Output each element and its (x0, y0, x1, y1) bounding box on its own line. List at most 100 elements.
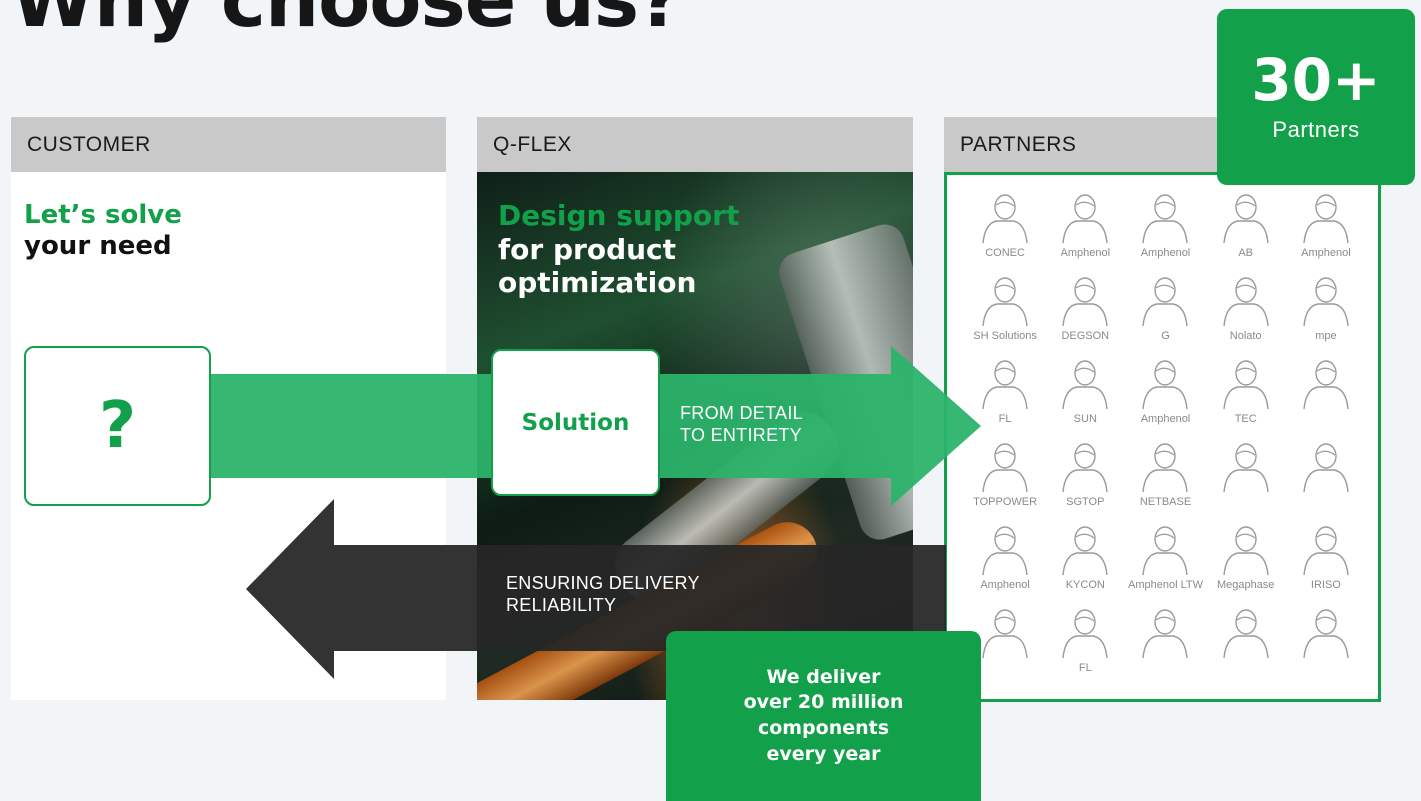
arrow-right-label: FROM DETAIL TO ENTIRETY (680, 403, 860, 446)
partner-cell (1288, 606, 1364, 689)
partner-logo-name: FL (1078, 662, 1092, 674)
delivery-line2: over 20 million (743, 691, 904, 714)
person-icon (1222, 277, 1269, 327)
partner-cell (1288, 357, 1364, 440)
partners-count: 30+ (1251, 46, 1381, 114)
partner-logo-name: TOPPOWER (973, 496, 1038, 508)
partner-cell: KYCON (1047, 523, 1123, 606)
partner-cell: NETBASE (1127, 440, 1203, 523)
partner-logo-name: G (1161, 330, 1170, 342)
solution-box: Solution (491, 349, 660, 496)
person-icon (1222, 443, 1269, 493)
delivery-badge: We deliver over 20 million components ev… (666, 631, 981, 801)
person-icon (1222, 360, 1269, 410)
person-icon (1303, 526, 1349, 576)
column-header-qflex: Q-FLEX (477, 117, 913, 172)
partner-logo-name: KYCON (1065, 579, 1105, 591)
partner-logo-name: Amphenol LTW (1127, 579, 1203, 591)
delivery-line1: We deliver (766, 665, 881, 688)
person-icon (1222, 609, 1269, 659)
partner-cell: CONEC (967, 191, 1043, 274)
partner-cell: mpe (1288, 274, 1364, 357)
delivery-line3: components (757, 717, 890, 739)
arrow-left-label: ENSURING DELIVERY RELIABILITY (506, 573, 766, 616)
customer-headline: Let’s solve your need (24, 200, 182, 262)
partner-logo-name: SGTOP (1066, 496, 1105, 508)
partner-cell: G (1127, 274, 1203, 357)
partner-cell (1127, 606, 1203, 689)
partner-cell: SGTOP (1047, 440, 1123, 523)
partner-cell: IRISO (1288, 523, 1364, 606)
partner-logo-name: Amphenol (980, 579, 1030, 591)
partner-cell: Amphenol LTW (1127, 523, 1203, 606)
person-icon (982, 360, 1028, 410)
column-header-customer: CUSTOMER (11, 117, 446, 172)
partners-count-badge: 30+ Partners (1217, 9, 1415, 185)
partner-cell: Amphenol (1047, 191, 1123, 274)
customer-headline-green: Let’s solve (24, 200, 182, 230)
person-icon (1062, 360, 1108, 410)
partner-logo-name: IRISO (1310, 579, 1341, 591)
partner-logo-name: TEC (1234, 413, 1257, 425)
person-icon (1303, 609, 1349, 659)
partner-logo-name: Nolato (1229, 330, 1262, 342)
arrow-left-label-line2: RELIABILITY (506, 594, 617, 615)
partner-logo-name: FL (998, 413, 1012, 425)
person-icon (982, 443, 1028, 493)
person-icon (1062, 526, 1108, 576)
person-icon (1222, 526, 1269, 576)
person-icon (1303, 277, 1349, 327)
person-icon (982, 526, 1028, 576)
partner-cell: Amphenol (967, 523, 1043, 606)
partners-panel: CONEC Amphenol Amphenol AB Amphenol SH Soluti… (944, 172, 1381, 702)
partner-cell: Nolato (1208, 274, 1284, 357)
person-icon (982, 277, 1028, 327)
partner-cell (1288, 440, 1364, 523)
partner-logo-name: SUN (1073, 413, 1097, 425)
partner-logo-name: mpe (1315, 330, 1337, 342)
page-title: Why choose us? (11, 0, 682, 38)
partner-cell: DEGSON (1047, 274, 1123, 357)
person-icon (1142, 609, 1189, 659)
partner-logo-name: Megaphase (1216, 579, 1275, 591)
qflex-headline-green: Design support (498, 199, 740, 232)
partner-cell: Amphenol (1127, 357, 1203, 440)
qflex-headline-line3: optimization (498, 266, 697, 300)
person-icon (1303, 360, 1349, 410)
partner-cell: Amphenol (1288, 191, 1364, 274)
partner-cell: Amphenol (1127, 191, 1203, 274)
person-icon (1222, 194, 1269, 244)
delivery-line4: every year (766, 742, 881, 765)
qflex-headline: Design support for product optimization (498, 199, 739, 300)
partner-cell: TEC (1208, 357, 1284, 440)
partner-cell: SH Solutions (967, 274, 1043, 357)
customer-headline-dark: your need (24, 231, 172, 262)
person-icon (1062, 443, 1108, 493)
partner-cell (1208, 606, 1284, 689)
person-icon (1062, 609, 1108, 659)
person-icon (1142, 277, 1189, 327)
partner-cell: Megaphase (1208, 523, 1284, 606)
partner-cell: FL (1047, 606, 1123, 689)
partner-logo-name: Amphenol (1140, 247, 1191, 259)
person-icon (1303, 443, 1349, 493)
partner-logo-name: AB (1238, 247, 1254, 259)
partner-logo-name: Amphenol (1060, 247, 1111, 259)
partner-cell (1208, 440, 1284, 523)
partner-cell: AB (1208, 191, 1284, 274)
partner-logo-name: Amphenol (1301, 247, 1351, 259)
person-icon (982, 609, 1028, 659)
partner-logo-name: CONEC (985, 247, 1025, 259)
arrow-left-label-line1: ENSURING DELIVERY (506, 573, 700, 593)
partners-count-label: Partners (1272, 117, 1360, 142)
person-icon (1142, 194, 1189, 244)
person-icon (1062, 194, 1108, 244)
qflex-headline-line2: for product (498, 232, 677, 266)
partner-logo-name: DEGSON (1061, 330, 1110, 342)
partners-grid: CONEC Amphenol Amphenol AB Amphenol SH Soluti… (967, 191, 1364, 689)
person-icon (982, 194, 1028, 244)
arrow-right-label-line2: TO ENTIRETY (680, 424, 802, 445)
person-icon (1142, 360, 1189, 410)
partner-logo-name: NETBASE (1139, 496, 1192, 508)
partner-cell: SUN (1047, 357, 1123, 440)
